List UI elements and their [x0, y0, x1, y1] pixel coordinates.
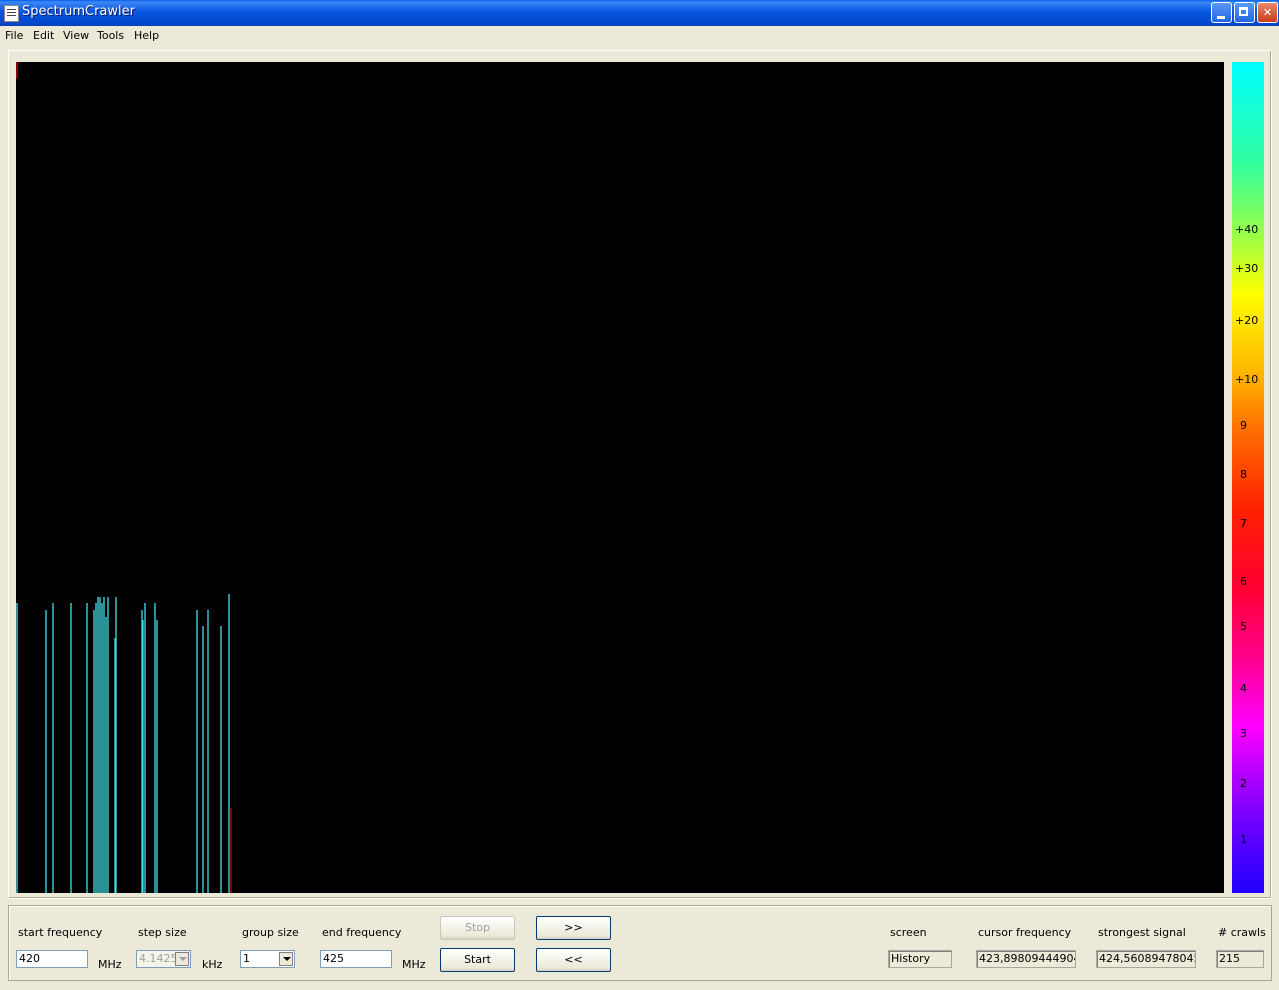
control-panel [8, 905, 1272, 981]
legend-label: 4 [1240, 682, 1247, 695]
forward-button[interactable]: >> [536, 916, 611, 940]
start-frequency-input[interactable]: 420 [16, 950, 88, 968]
menu-tools[interactable]: Tools [97, 29, 124, 42]
legend-label: 2 [1240, 777, 1247, 790]
app-icon[interactable] [4, 5, 19, 22]
legend-label: 5 [1240, 620, 1247, 633]
spectrum-display[interactable] [16, 62, 1224, 893]
group-size-value: 1 [243, 952, 250, 965]
end-frequency-unit: MHz [402, 958, 426, 971]
step-size-label: step size [138, 926, 187, 939]
crawls-value: 215 [1216, 950, 1264, 968]
legend-label: +30 [1235, 262, 1259, 275]
strongest-signal-value: 424,560894780458 [1096, 950, 1196, 968]
menu-bar: File Edit View Tools Help [0, 26, 1279, 46]
end-frequency-label: end frequency [322, 926, 402, 939]
step-size-select: 4.1425 [136, 950, 191, 968]
legend-label: +40 [1235, 223, 1259, 236]
stop-button[interactable]: Stop [440, 916, 515, 940]
legend-label: 6 [1240, 575, 1247, 588]
legend-label: +20 [1235, 314, 1259, 327]
menu-view[interactable]: View [63, 29, 89, 42]
step-size-value: 4.1425 [139, 952, 178, 965]
legend-label: 1 [1240, 833, 1247, 846]
crawls-label: # crawls [1218, 926, 1266, 939]
start-button[interactable]: Start [440, 948, 515, 972]
legend-label: 7 [1240, 517, 1247, 530]
start-frequency-label: start frequency [18, 926, 103, 939]
group-size-label: group size [242, 926, 299, 939]
signal-strength-legend: +40 +30 +20 +10 9 8 7 6 5 4 3 2 1 [1232, 62, 1264, 893]
screen-value: History [888, 950, 952, 968]
cursor-frequency-value: 423,898094449047 [976, 950, 1076, 968]
end-frequency-input[interactable]: 425 [320, 950, 392, 968]
menu-edit[interactable]: Edit [33, 29, 54, 42]
cursor-frequency-label: cursor frequency [978, 926, 1072, 939]
legend-label: 3 [1240, 727, 1247, 740]
close-button[interactable]: ✕ [1257, 2, 1278, 23]
title-bar[interactable]: SpectrumCrawler ✕ [0, 0, 1279, 26]
maximize-button[interactable] [1234, 2, 1255, 23]
minimize-button[interactable] [1211, 2, 1232, 23]
screen-label: screen [890, 926, 927, 939]
legend-label: +10 [1235, 373, 1259, 386]
menu-file[interactable]: File [5, 29, 23, 42]
chevron-down-icon [175, 952, 189, 966]
chevron-down-icon[interactable] [279, 952, 293, 966]
spectrum-plot [16, 62, 232, 893]
menu-help[interactable]: Help [134, 29, 159, 42]
legend-label: 9 [1240, 419, 1247, 432]
legend-label: 8 [1240, 468, 1247, 481]
start-frequency-unit: MHz [98, 958, 122, 971]
window-title: SpectrumCrawler [22, 4, 135, 19]
step-size-unit: kHz [202, 958, 223, 971]
strongest-signal-label: strongest signal [1098, 926, 1186, 939]
group-size-select[interactable]: 1 [240, 950, 295, 968]
back-button[interactable]: << [536, 948, 611, 972]
